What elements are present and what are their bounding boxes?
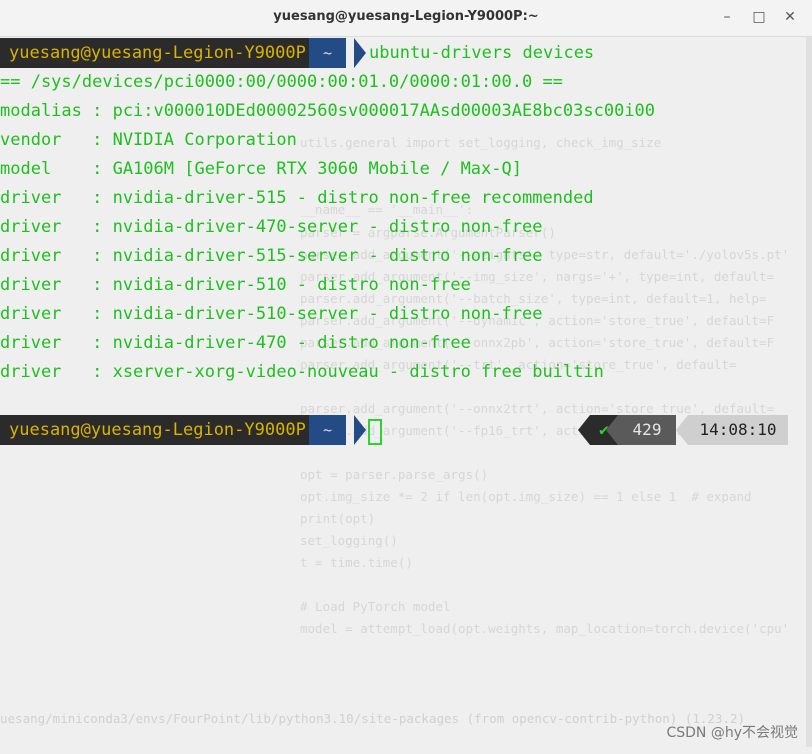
watermark-text: CSDN @hy不会视觉 [666,725,798,741]
ghost-line: utils.general import set_logging, check_… [300,135,662,150]
history-number: 429 [618,415,676,445]
powerline-arrow [676,415,688,445]
output-line: model : GA106M [GeForce RTX 3060 Mobile … [0,159,522,179]
output-line: driver : nvidia-driver-470 - distro non-… [0,333,471,353]
minimize-button[interactable]: – [714,6,740,28]
ghost-line: opt = parser.parse_args() [300,467,489,482]
maximize-button[interactable]: □ [746,6,772,28]
close-button[interactable]: ✕ [777,6,803,28]
text-cursor[interactable] [368,419,382,445]
powerline-arrow [578,415,590,445]
prompt-dir: ~ [309,38,347,68]
ghost-line: model = attempt_load(opt.weights, map_lo… [300,621,790,636]
prompt-user-host: yuesang@yuesang-Legion-Y9000P [0,415,316,445]
title-bar[interactable]: yuesang@yuesang-Legion-Y9000P:~ – □ ✕ [0,0,812,37]
ghost-line: # Load PyTorch model [300,599,451,614]
output-line: == /sys/devices/pci0000:00/0000:00:01.0/… [0,72,563,92]
terminal-window: yuesang@yuesang-Legion-Y9000P:~ – □ ✕ ut… [0,0,812,754]
output-line: driver : nvidia-driver-470-server - dist… [0,217,543,237]
window-title: yuesang@yuesang-Legion-Y9000P:~ [273,9,539,24]
output-line: vendor : NVIDIA Corporation [0,130,297,150]
output-line: driver : nvidia-driver-515 - distro non-… [0,188,594,208]
prompt-line-1: yuesang@yuesang-Legion-Y9000P ~ ubuntu-d… [0,38,812,68]
ghost-line: t = time.time() [300,555,413,570]
prompt-line-2: yuesang@yuesang-Legion-Y9000P ~ ✔ 429 14… [0,415,812,445]
clock-time: 14:08:10 [688,415,788,445]
output-line: driver : nvidia-driver-510 - distro non-… [0,275,471,295]
prompt-user-host: yuesang@yuesang-Legion-Y9000P [0,38,316,68]
ghost-pip-line: uesang/miniconda3/envs/FourPoint/lib/pyt… [0,711,746,726]
output-line: driver : nvidia-driver-515-server - dist… [0,246,543,266]
command-text: ubuntu-drivers devices [369,43,595,63]
powerline-arrow [354,38,366,68]
powerline-arrow [606,415,618,445]
ghost-line: parser.add_argument('--onnx2trt', action… [300,401,775,416]
ghost-line: print(opt) [300,511,376,526]
ghost-line: set_logging() [300,533,398,548]
powerline-arrow [354,415,366,445]
output-line: modalias : pci:v000010DEd00002560sv00001… [0,101,656,121]
ghost-line: opt.img_size *= 2 if len(opt.img_size) =… [300,489,752,504]
scrollbar[interactable] [806,37,812,747]
terminal-area[interactable]: utils.general import set_logging, check_… [0,37,812,754]
prompt-dir: ~ [309,415,347,445]
output-line: driver : nvidia-driver-510-server - dist… [0,304,543,324]
output-line: driver : xserver-xorg-video-nouveau - di… [0,362,604,382]
